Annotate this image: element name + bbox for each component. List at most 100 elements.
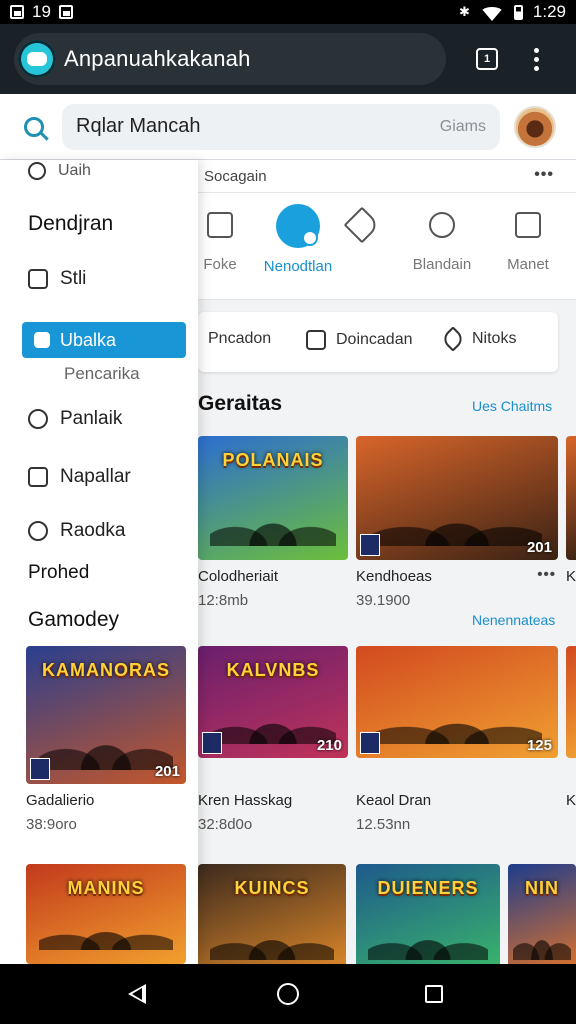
- status-bar: 19 ✱ 1:29: [0, 0, 576, 24]
- search-input[interactable]: Rqlar Mancah Giams: [62, 103, 500, 150]
- settings-icon: [28, 521, 48, 541]
- rating-badge: [360, 732, 380, 754]
- game-cover-image: [566, 646, 576, 758]
- quick-action-label: Nenodtlan: [263, 258, 333, 275]
- quick-action-foke[interactable]: Foke: [198, 212, 260, 273]
- quick-action-label: Blandain: [412, 256, 472, 273]
- system-nav-bar: [0, 964, 576, 1024]
- game-cover-title: KALVNBS: [226, 660, 320, 680]
- drawer-item-label: Panlaik: [60, 408, 123, 429]
- game-cover-title: NIN: [525, 878, 559, 898]
- game-cover-image: MANINS: [26, 864, 186, 964]
- app-title: Anpanuahkakanah: [64, 46, 251, 71]
- app-title-pill[interactable]: Anpanuahkakanah: [14, 33, 446, 85]
- card-title: Socagain: [204, 168, 267, 185]
- section-link[interactable]: Ues Chaitms: [472, 398, 552, 414]
- game-cover-art: [367, 907, 489, 960]
- chip-pncadon[interactable]: Pncadon: [208, 330, 271, 348]
- home-icon[interactable]: [277, 983, 299, 1005]
- wifi-icon: [479, 7, 504, 21]
- section-sub-link[interactable]: Nenennateas: [472, 612, 555, 628]
- quick-action-manet[interactable]: Manet: [488, 212, 568, 273]
- image-notification-icon: [10, 5, 24, 19]
- more-icon[interactable]: •••: [537, 566, 556, 583]
- overflow-menu-icon[interactable]: [534, 47, 539, 71]
- quick-actions-card: Socagain ••• Foke Nenodtlan Blandain Man…: [198, 160, 576, 300]
- app-bar: Anpanuahkakanah 1: [0, 24, 576, 94]
- game-title: K: [566, 568, 576, 585]
- gamepad-icon: [276, 204, 320, 248]
- game-title: Gadalierio: [26, 792, 95, 809]
- drawer-item-label: Raodka: [60, 520, 126, 541]
- search-row: Rqlar Mancah Giams: [0, 94, 576, 160]
- quick-action-label: Foke: [203, 256, 237, 273]
- game-cover-art: [210, 486, 336, 546]
- game-cover-image: POLANAIS: [198, 436, 348, 560]
- game-title: Keaol Dran: [356, 792, 432, 809]
- app-logo-icon: [18, 40, 56, 78]
- game-cover-image: DUIENERS: [356, 864, 500, 964]
- drawer-subitem-pencarika[interactable]: Pencarika: [64, 364, 140, 384]
- game-year: 201: [154, 763, 180, 780]
- drawer-item-napallar[interactable]: Napallar: [28, 466, 131, 488]
- drawer-item-stli[interactable]: Stli: [28, 268, 86, 290]
- message-icon: [306, 330, 326, 350]
- drawer-item-uaih[interactable]: Uaih: [28, 162, 91, 180]
- game-cover-art: [38, 902, 174, 950]
- more-icon[interactable]: •••: [534, 166, 554, 184]
- divider: [198, 192, 576, 193]
- quick-action-blandain[interactable]: Blandain: [402, 212, 482, 273]
- search-query: Rqlar Mancah: [76, 115, 201, 137]
- drawer-item-ubalka[interactable]: Ubalka: [22, 322, 186, 358]
- drawer-item-label: Napallar: [60, 466, 131, 487]
- game-cover-image: NIN: [508, 864, 576, 964]
- chip-nitoks[interactable]: Nitoks: [440, 326, 517, 352]
- folder-icon: [34, 332, 50, 348]
- drawer-item-panlaik[interactable]: Panlaik: [28, 408, 122, 430]
- edit-icon: [28, 467, 48, 487]
- tabs-button[interactable]: 1: [476, 48, 498, 70]
- game-cover-title: MANINS: [67, 878, 145, 898]
- filter-chips: Pncadon Doincadan Nitoks: [198, 312, 558, 372]
- avatar[interactable]: [514, 105, 556, 148]
- battery-icon: [513, 4, 523, 20]
- navigation-drawer: Uaih Dendjran Stli Ubalka Pencarika Panl…: [0, 160, 198, 964]
- game-title: Kren Hasskag: [198, 792, 293, 809]
- photo-notification-icon: [58, 5, 73, 19]
- back-icon[interactable]: [128, 984, 146, 1004]
- drawer-heading: Prohed: [28, 562, 90, 583]
- game-size: 38:9oro: [26, 816, 77, 833]
- square-icon: [28, 269, 48, 289]
- game-year: 201: [526, 539, 552, 556]
- search-icon: [28, 162, 46, 180]
- pin-icon: [343, 206, 381, 244]
- game-cover-art: [209, 907, 335, 960]
- status-time-left: 19: [32, 2, 51, 21]
- chip-label: Doincadan: [336, 331, 413, 348]
- chip-label: Nitoks: [472, 330, 517, 347]
- game-title: K: [566, 792, 576, 809]
- main-content: Socagain ••• Foke Nenodtlan Blandain Man…: [198, 160, 576, 964]
- square-icon: [207, 212, 233, 238]
- drawer-item-label: Stli: [60, 268, 87, 289]
- search-icon[interactable]: [24, 116, 44, 137]
- person-icon: [28, 409, 48, 429]
- chip-doincadan[interactable]: Doincadan: [306, 330, 413, 350]
- game-size: 12:8mb: [198, 592, 249, 609]
- grid-icon: [515, 212, 541, 238]
- quick-action-pin[interactable]: [322, 206, 402, 256]
- recents-icon[interactable]: [425, 985, 443, 1003]
- quick-action-label: Manet: [507, 256, 549, 273]
- game-year: 125: [526, 737, 552, 754]
- app-screen: 19 ✱ 1:29 Anpanuahkakanah 1 Rqlar Mancah…: [0, 0, 576, 1024]
- game-cover-image: [566, 436, 576, 560]
- game-cover-image: KALVNBS 210: [198, 646, 348, 758]
- game-cover-image: 201: [356, 436, 558, 560]
- drawer-item-raodka[interactable]: Raodka: [28, 520, 126, 542]
- game-cover-title: DUIENERS: [377, 878, 479, 898]
- game-cover-title: KUINCS: [234, 878, 310, 898]
- rating-badge: [360, 534, 380, 556]
- game-title: Kendhoeas: [356, 568, 432, 585]
- game-cover-art: [513, 907, 571, 960]
- chip-label: Pncadon: [208, 330, 272, 347]
